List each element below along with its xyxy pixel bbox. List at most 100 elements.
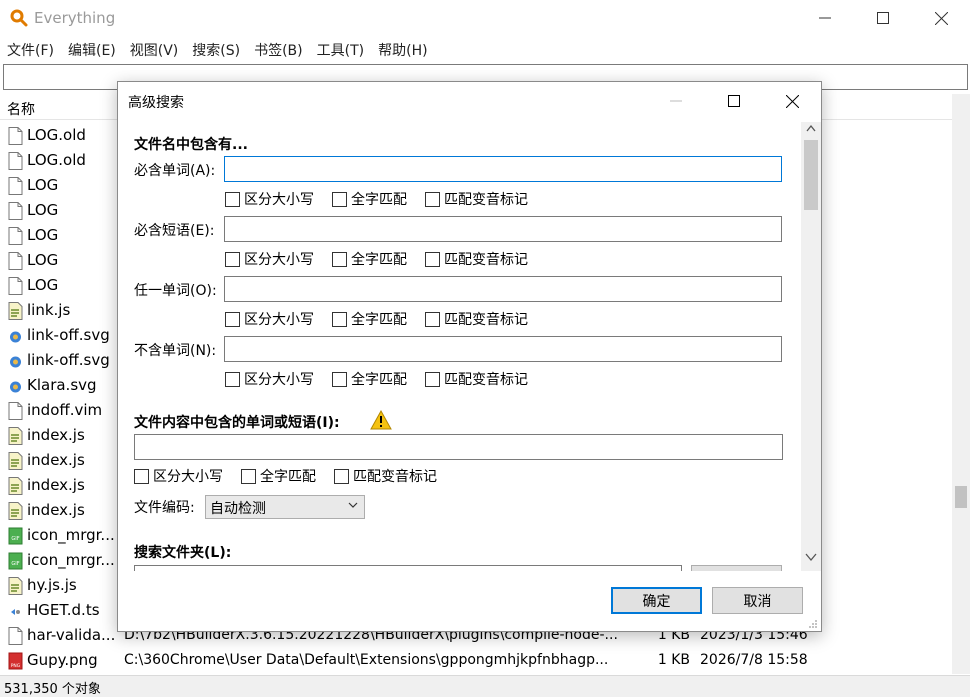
close-button[interactable] bbox=[912, 0, 970, 36]
ts-file-icon bbox=[8, 602, 23, 620]
scroll-down-icon[interactable] bbox=[805, 552, 817, 562]
file-name: link-off.svg bbox=[27, 326, 110, 344]
content-input[interactable] bbox=[134, 434, 783, 460]
exclude-words-label: 不含单词(N): bbox=[134, 343, 217, 359]
scroll-up-icon[interactable] bbox=[806, 124, 816, 132]
file-icon bbox=[8, 627, 23, 645]
js-file-icon bbox=[8, 427, 23, 445]
column-name-header[interactable]: 名称 bbox=[7, 99, 35, 119]
whole-word-checkbox[interactable]: 全字匹配 bbox=[332, 309, 407, 329]
file-name: LOG bbox=[27, 251, 59, 269]
must-phrase-input[interactable] bbox=[224, 216, 782, 242]
gif-file-icon: GIF bbox=[8, 552, 23, 570]
any-words-input[interactable] bbox=[224, 276, 782, 302]
file-name: LOG.old bbox=[27, 126, 86, 144]
menu-edit[interactable]: 编辑(E) bbox=[61, 38, 123, 62]
must-words-options: 区分大小写 全字匹配 匹配变音标记 bbox=[225, 189, 546, 209]
png-file-icon: PNG bbox=[8, 652, 23, 670]
js-file-icon bbox=[8, 477, 23, 495]
file-name: LOG bbox=[27, 226, 59, 244]
menu-view[interactable]: 视图(V) bbox=[123, 38, 186, 62]
cancel-button[interactable]: 取消 bbox=[712, 587, 803, 614]
file-name: icon_mrgr... bbox=[27, 526, 115, 544]
object-count: 531,350 个对象 bbox=[4, 682, 101, 697]
match-diacritics-checkbox[interactable]: 匹配变音标记 bbox=[425, 369, 528, 389]
svg-text:GIF: GIF bbox=[11, 561, 19, 567]
folder-section-title: 搜索文件夹(L): bbox=[134, 545, 232, 561]
file-icon bbox=[8, 252, 23, 270]
ok-button[interactable]: 确定 bbox=[611, 587, 702, 614]
match-case-checkbox[interactable]: 区分大小写 bbox=[225, 309, 314, 329]
must-phrase-label: 必含短语(E): bbox=[134, 223, 215, 239]
results-scrollbar[interactable] bbox=[952, 94, 970, 674]
minimize-icon bbox=[819, 17, 831, 19]
match-case-checkbox[interactable]: 区分大小写 bbox=[134, 466, 223, 486]
menu-bookmarks[interactable]: 书签(B) bbox=[247, 38, 310, 62]
must-words-input[interactable] bbox=[224, 156, 782, 182]
svg-text:PNG: PNG bbox=[11, 663, 21, 669]
close-icon bbox=[934, 11, 948, 25]
file-name: link-off.svg bbox=[27, 351, 110, 369]
file-icon bbox=[8, 227, 23, 245]
js-file-icon bbox=[8, 502, 23, 520]
advanced-search-dialog: 高级搜索 文件名中包含有... 必含单词(A): 区分大小写 全字匹配 匹配变音… bbox=[117, 81, 822, 632]
match-case-checkbox[interactable]: 区分大小写 bbox=[225, 189, 314, 209]
match-diacritics-checkbox[interactable]: 匹配变音标记 bbox=[425, 249, 528, 269]
whole-word-checkbox[interactable]: 全字匹配 bbox=[332, 369, 407, 389]
chevron-down-icon bbox=[348, 502, 358, 508]
js-file-icon bbox=[8, 452, 23, 470]
dialog-maximize-button[interactable] bbox=[705, 82, 763, 120]
menu-tools[interactable]: 工具(T) bbox=[310, 38, 371, 62]
file-name: HGET.d.ts bbox=[27, 601, 100, 619]
must-words-label: 必含单词(A): bbox=[134, 163, 216, 179]
match-diacritics-checkbox[interactable]: 匹配变音标记 bbox=[425, 189, 528, 209]
file-name: hy.js.js bbox=[27, 576, 77, 594]
file-name: link.js bbox=[27, 301, 71, 319]
minimize-button[interactable] bbox=[796, 0, 854, 36]
scrollbar-thumb[interactable] bbox=[955, 486, 967, 508]
file-name: index.js bbox=[27, 501, 85, 519]
menu-help[interactable]: 帮助(H) bbox=[371, 38, 434, 62]
file-name: Gupy.png bbox=[27, 651, 98, 669]
dialog-minimize-button[interactable] bbox=[647, 82, 705, 120]
file-name: Klara.svg bbox=[27, 376, 97, 394]
file-name: LOG bbox=[27, 176, 59, 194]
dialog-footer: 确定 取消 bbox=[118, 571, 821, 631]
encoding-label: 文件编码: bbox=[134, 500, 195, 516]
js-file-icon bbox=[8, 577, 23, 595]
exclude-words-input[interactable] bbox=[224, 336, 782, 362]
match-diacritics-checkbox[interactable]: 匹配变音标记 bbox=[334, 466, 437, 486]
resize-grip-icon[interactable] bbox=[808, 619, 818, 629]
maximize-button[interactable] bbox=[854, 0, 912, 36]
whole-word-checkbox[interactable]: 全字匹配 bbox=[241, 466, 316, 486]
menu-file[interactable]: 文件(F) bbox=[0, 38, 61, 62]
whole-word-checkbox[interactable]: 全字匹配 bbox=[332, 189, 407, 209]
match-case-checkbox[interactable]: 区分大小写 bbox=[225, 249, 314, 269]
window-title: Everything bbox=[34, 9, 116, 27]
whole-word-checkbox[interactable]: 全字匹配 bbox=[332, 249, 407, 269]
any-words-options: 区分大小写 全字匹配 匹配变音标记 bbox=[225, 309, 546, 329]
svg-file-icon bbox=[8, 352, 23, 370]
file-icon bbox=[8, 152, 23, 170]
any-words-label: 任一单词(O): bbox=[134, 283, 217, 299]
menu-bar: 文件(F) 编辑(E) 视图(V) 搜索(S) 书签(B) 工具(T) 帮助(H… bbox=[0, 38, 435, 62]
file-name: index.js bbox=[27, 426, 85, 444]
menu-search[interactable]: 搜索(S) bbox=[185, 38, 247, 62]
match-diacritics-checkbox[interactable]: 匹配变音标记 bbox=[425, 309, 528, 329]
file-name: har-valida... bbox=[27, 626, 116, 644]
scrollbar-thumb[interactable] bbox=[804, 140, 818, 210]
svg-text:GIF: GIF bbox=[11, 536, 19, 542]
dialog-close-button[interactable] bbox=[763, 82, 821, 120]
encoding-select[interactable]: 自动检测 bbox=[205, 495, 365, 519]
file-row[interactable]: PNG Gupy.png C:\360Chrome\User Data\Defaul… bbox=[0, 649, 958, 674]
file-size: 1 KB bbox=[657, 652, 690, 668]
gif-file-icon: GIF bbox=[8, 527, 23, 545]
file-icon bbox=[8, 202, 23, 220]
file-icon bbox=[8, 177, 23, 195]
close-icon bbox=[785, 94, 799, 108]
content-section-title: 文件内容中包含的单词或短语(I): bbox=[134, 415, 340, 431]
match-case-checkbox[interactable]: 区分大小写 bbox=[225, 369, 314, 389]
dialog-scrollbar[interactable] bbox=[801, 122, 821, 571]
dialog-title: 高级搜索 bbox=[128, 95, 184, 111]
file-name: icon_mrgr... bbox=[27, 551, 115, 569]
